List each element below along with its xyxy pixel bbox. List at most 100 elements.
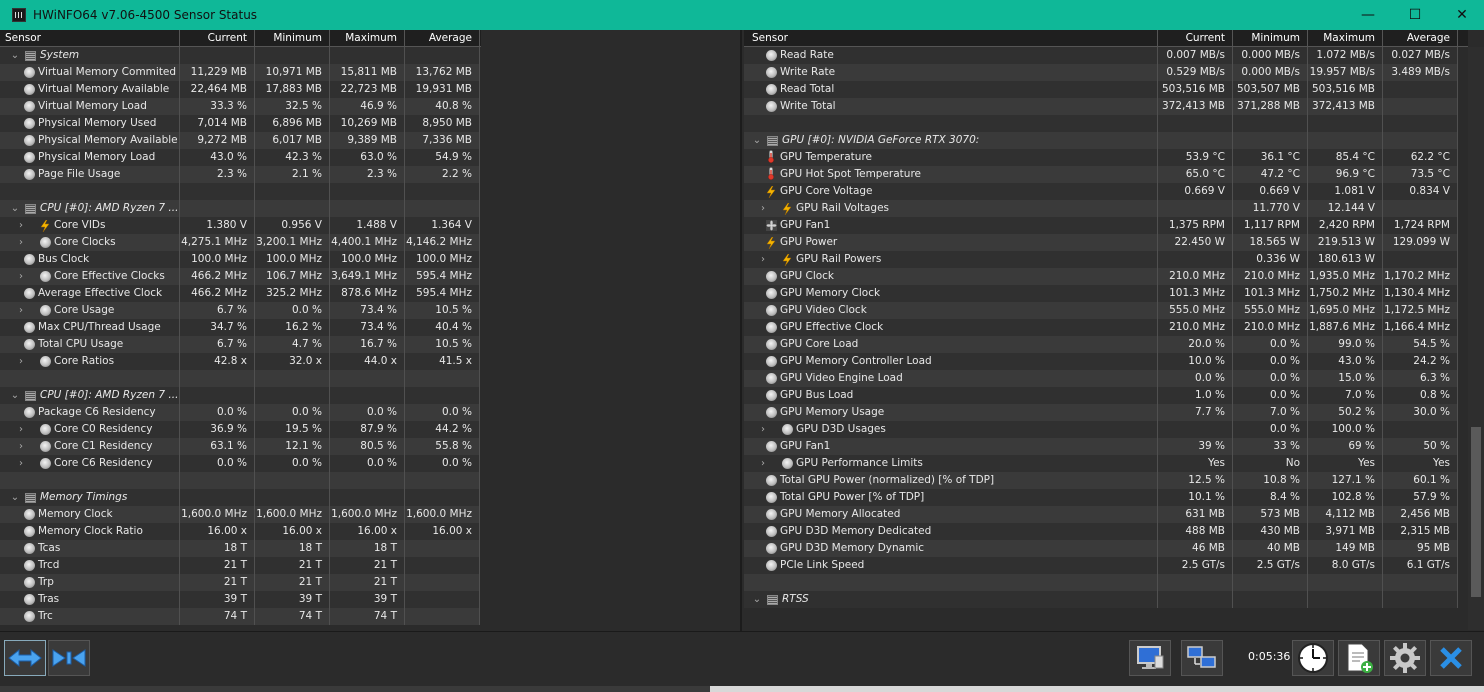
sensor-row[interactable]: GPU Bus Load 1.0 % 0.0 % 7.0 % 0.8 % <box>744 387 1458 404</box>
sensor-row[interactable]: GPU D3D Memory Dedicated 488 MB 430 MB 3,97… <box>744 523 1458 540</box>
col-current-header-right[interactable]: Current <box>1158 30 1233 47</box>
sensor-row[interactable]: Average Effective Clock 466.2 MHz 325.2 MH… <box>0 285 480 302</box>
sensor-row[interactable]: Virtual Memory Commited 11,229 MB 10,971 M… <box>0 64 480 81</box>
collapse-chevron-icon[interactable]: ⌄ <box>752 591 762 608</box>
sensor-group-row[interactable]: ⌄ RTSS <box>744 591 1458 608</box>
sensor-row[interactable]: Trc 74 T 74 T 74 T <box>0 608 480 625</box>
expand-chevron-icon[interactable]: › <box>758 251 768 268</box>
sensor-row[interactable]: GPU D3D Memory Dynamic 46 MB 40 MB 149 MB 95… <box>744 540 1458 557</box>
expand-chevron-icon[interactable]: › <box>16 421 26 438</box>
sensor-row[interactable]: Tcas 18 T 18 T 18 T <box>0 540 480 557</box>
sensor-row[interactable]: › Core Clocks 4,275.1 MHz 3,200.1 MHz 4,400.… <box>0 234 480 251</box>
sensor-row[interactable]: › GPU Rail Voltages 11.770 V 12.144 V <box>744 200 1458 217</box>
collapse-chevron-icon[interactable]: ⌄ <box>752 132 762 149</box>
sensor-row[interactable]: › GPU D3D Usages 0.0 % 100.0 % <box>744 421 1458 438</box>
sensor-row[interactable]: GPU Temperature 53.9 °C 36.1 °C 85.4 °C 62.2… <box>744 149 1458 166</box>
expand-chevron-icon[interactable]: › <box>16 353 26 370</box>
sensor-row[interactable]: GPU Effective Clock 210.0 MHz 210.0 MHz 1,8… <box>744 319 1458 336</box>
sensor-row[interactable]: GPU Memory Controller Load 10.0 % 0.0 % 43.… <box>744 353 1458 370</box>
sensor-group-row[interactable]: ⌄ CPU [#0]: AMD Ryzen 7 ... <box>0 200 480 217</box>
sensor-row[interactable]: › Core C6 Residency 0.0 % 0.0 % 0.0 % 0.0 % <box>0 455 480 472</box>
monitor-button[interactable] <box>1129 640 1171 676</box>
sensor-group-row[interactable]: ⌄ Memory Timings <box>0 489 480 506</box>
expand-chevron-icon[interactable]: › <box>16 268 26 285</box>
sensor-row[interactable]: Max CPU/Thread Usage 34.7 % 16.2 % 73.4 % 40… <box>0 319 480 336</box>
sensor-group-row[interactable]: ⌄ GPU [#0]: NVIDIA GeForce RTX 3070: <box>744 132 1458 149</box>
expand-all-button[interactable] <box>4 640 46 676</box>
sensor-row[interactable]: GPU Hot Spot Temperature 65.0 °C 47.2 °C 96… <box>744 166 1458 183</box>
sensor-row[interactable]: › GPU Performance Limits Yes No Yes Yes <box>744 455 1458 472</box>
sensor-row[interactable]: Total GPU Power [% of TDP] 10.1 % 8.4 % 102… <box>744 489 1458 506</box>
sensor-row[interactable]: Total CPU Usage 6.7 % 4.7 % 16.7 % 10.5 % <box>0 336 480 353</box>
log-button[interactable] <box>1338 640 1380 676</box>
collapse-chevron-icon[interactable]: ⌄ <box>10 47 20 64</box>
sensor-row[interactable]: Read Total 503,516 MB 503,507 MB 503,516 MB <box>744 81 1458 98</box>
sensor-row[interactable]: Physical Memory Load 43.0 % 42.3 % 63.0 % 54… <box>0 149 480 166</box>
col-average-header-right[interactable]: Average <box>1383 30 1458 47</box>
sensor-row[interactable]: Total GPU Power (normalized) [% of TDP] 1… <box>744 472 1458 489</box>
collapse-chevron-icon[interactable]: ⌄ <box>10 387 20 404</box>
sensor-group-row[interactable]: ⌄ CPU [#0]: AMD Ryzen 7 ... <box>0 387 480 404</box>
sensor-row[interactable]: GPU Video Engine Load 0.0 % 0.0 % 15.0 % 6.3… <box>744 370 1458 387</box>
col-maximum-header-right[interactable]: Maximum <box>1308 30 1383 47</box>
sensor-row[interactable]: GPU Memory Clock 101.3 MHz 101.3 MHz 1,750.… <box>744 285 1458 302</box>
close-sensors-button[interactable] <box>1430 640 1472 676</box>
col-current-header[interactable]: Current <box>180 30 255 47</box>
sensor-row[interactable]: Virtual Memory Available 22,464 MB 17,883 … <box>0 81 480 98</box>
sensor-row[interactable]: Page File Usage 2.3 % 2.1 % 2.3 % 2.2 % <box>0 166 480 183</box>
sensor-row[interactable]: Memory Clock Ratio 16.00 x 16.00 x 16.00 x1… <box>0 523 480 540</box>
sensor-row[interactable]: › Core Ratios 42.8 x 32.0 x 44.0 x 41.5 x <box>0 353 480 370</box>
sensor-row[interactable]: › GPU Rail Powers 0.336 W 180.613 W <box>744 251 1458 268</box>
collapse-chevron-icon[interactable]: ⌄ <box>10 200 20 217</box>
sensor-row[interactable]: PCIe Link Speed 2.5 GT/s 2.5 GT/s 8.0 GT/s 6… <box>744 557 1458 574</box>
maximize-button[interactable]: ☐ <box>1391 0 1439 30</box>
minimize-button[interactable]: — <box>1344 0 1392 30</box>
close-window-button[interactable]: ✕ <box>1438 0 1484 30</box>
sensor-row[interactable]: › Core Effective Clocks 466.2 MHz 106.7 MHz… <box>0 268 480 285</box>
sensor-row[interactable]: › Core C0 Residency 36.9 % 19.5 % 87.9 % 44.2… <box>0 421 480 438</box>
sensor-row[interactable]: Package C6 Residency 0.0 % 0.0 % 0.0 % 0.0 % <box>0 404 480 421</box>
sensor-row[interactable]: › Core VIDs 1.380 V 0.956 V 1.488 V 1.364 V <box>0 217 480 234</box>
expand-chevron-icon[interactable]: › <box>16 302 26 319</box>
sensor-row[interactable]: GPU Memory Allocated 631 MB 573 MB 4,112 MB… <box>744 506 1458 523</box>
sensor-row[interactable]: GPU Clock 210.0 MHz 210.0 MHz 1,935.0 MHz 1,… <box>744 268 1458 285</box>
right-scrollbar[interactable] <box>1468 47 1484 630</box>
sensor-row[interactable]: Virtual Memory Load 33.3 % 32.5 % 46.9 % 40.… <box>0 98 480 115</box>
sensor-group-row[interactable]: ⌄ System <box>0 47 480 64</box>
expand-chevron-icon[interactable]: › <box>758 421 768 438</box>
sensor-row[interactable]: Trp 21 T 21 T 21 T <box>0 574 480 591</box>
sensor-row[interactable]: Write Total 372,413 MB 371,288 MB 372,413 M… <box>744 98 1458 115</box>
col-sensor-header[interactable]: Sensor <box>0 30 180 47</box>
sensor-row[interactable]: Tras 39 T 39 T 39 T <box>0 591 480 608</box>
sensor-row[interactable]: Trcd 21 T 21 T 21 T <box>0 557 480 574</box>
col-average-header[interactable]: Average <box>405 30 480 47</box>
sensor-row[interactable]: GPU Core Voltage 0.669 V 0.669 V 1.081 V 0.8… <box>744 183 1458 200</box>
reset-timer-button[interactable] <box>1292 640 1334 676</box>
left-sensor-pane[interactable]: Sensor Current Minimum Maximum Average ⌄… <box>0 30 742 631</box>
collapse-all-button[interactable] <box>48 640 90 676</box>
scroll-thumb[interactable] <box>1471 427 1481 597</box>
right-sensor-pane[interactable]: Sensor Current Minimum Maximum Average R… <box>744 30 1484 631</box>
sensor-row[interactable]: Memory Clock 1,600.0 MHz 1,600.0 MHz 1,600.… <box>0 506 480 523</box>
sensor-row[interactable]: GPU Fan1 1,375 RPM 1,117 RPM 2,420 RPM 1,724… <box>744 217 1458 234</box>
sensor-row[interactable]: GPU Power 22.450 W 18.565 W 219.513 W 129.09… <box>744 234 1458 251</box>
network-button[interactable] <box>1181 640 1223 676</box>
col-minimum-header[interactable]: Minimum <box>255 30 330 47</box>
sensor-row[interactable]: Bus Clock 100.0 MHz 100.0 MHz 100.0 MHz 100.… <box>0 251 480 268</box>
sensor-row[interactable]: › Core Usage 6.7 % 0.0 % 73.4 % 10.5 % <box>0 302 480 319</box>
sensor-row[interactable]: Physical Memory Available 9,272 MB 6,017 M… <box>0 132 480 149</box>
expand-chevron-icon[interactable]: › <box>758 455 768 472</box>
sensor-row[interactable]: GPU Fan1 39 % 33 % 69 % 50 % <box>744 438 1458 455</box>
expand-chevron-icon[interactable]: › <box>16 455 26 472</box>
sensor-row[interactable]: Write Rate 0.529 MB/s 0.000 MB/s 19.957 MB/… <box>744 64 1458 81</box>
sensor-row[interactable]: GPU Video Clock 555.0 MHz 555.0 MHz 1,695.0… <box>744 302 1458 319</box>
collapse-chevron-icon[interactable]: ⌄ <box>10 489 20 506</box>
sensor-row[interactable]: GPU Memory Usage 7.7 % 7.0 % 50.2 % 30.0 % <box>744 404 1458 421</box>
sensor-row[interactable]: Physical Memory Used 7,014 MB 6,896 MB 10,2… <box>0 115 480 132</box>
col-minimum-header-right[interactable]: Minimum <box>1233 30 1308 47</box>
expand-chevron-icon[interactable]: › <box>16 438 26 455</box>
col-sensor-header-right[interactable]: Sensor <box>744 30 1158 47</box>
expand-chevron-icon[interactable]: › <box>16 234 26 251</box>
sensor-row[interactable]: › Core C1 Residency 63.1 % 12.1 % 80.5 % 55.8… <box>0 438 480 455</box>
sensor-row[interactable]: Read Rate 0.007 MB/s 0.000 MB/s 1.072 MB/s 0… <box>744 47 1458 64</box>
